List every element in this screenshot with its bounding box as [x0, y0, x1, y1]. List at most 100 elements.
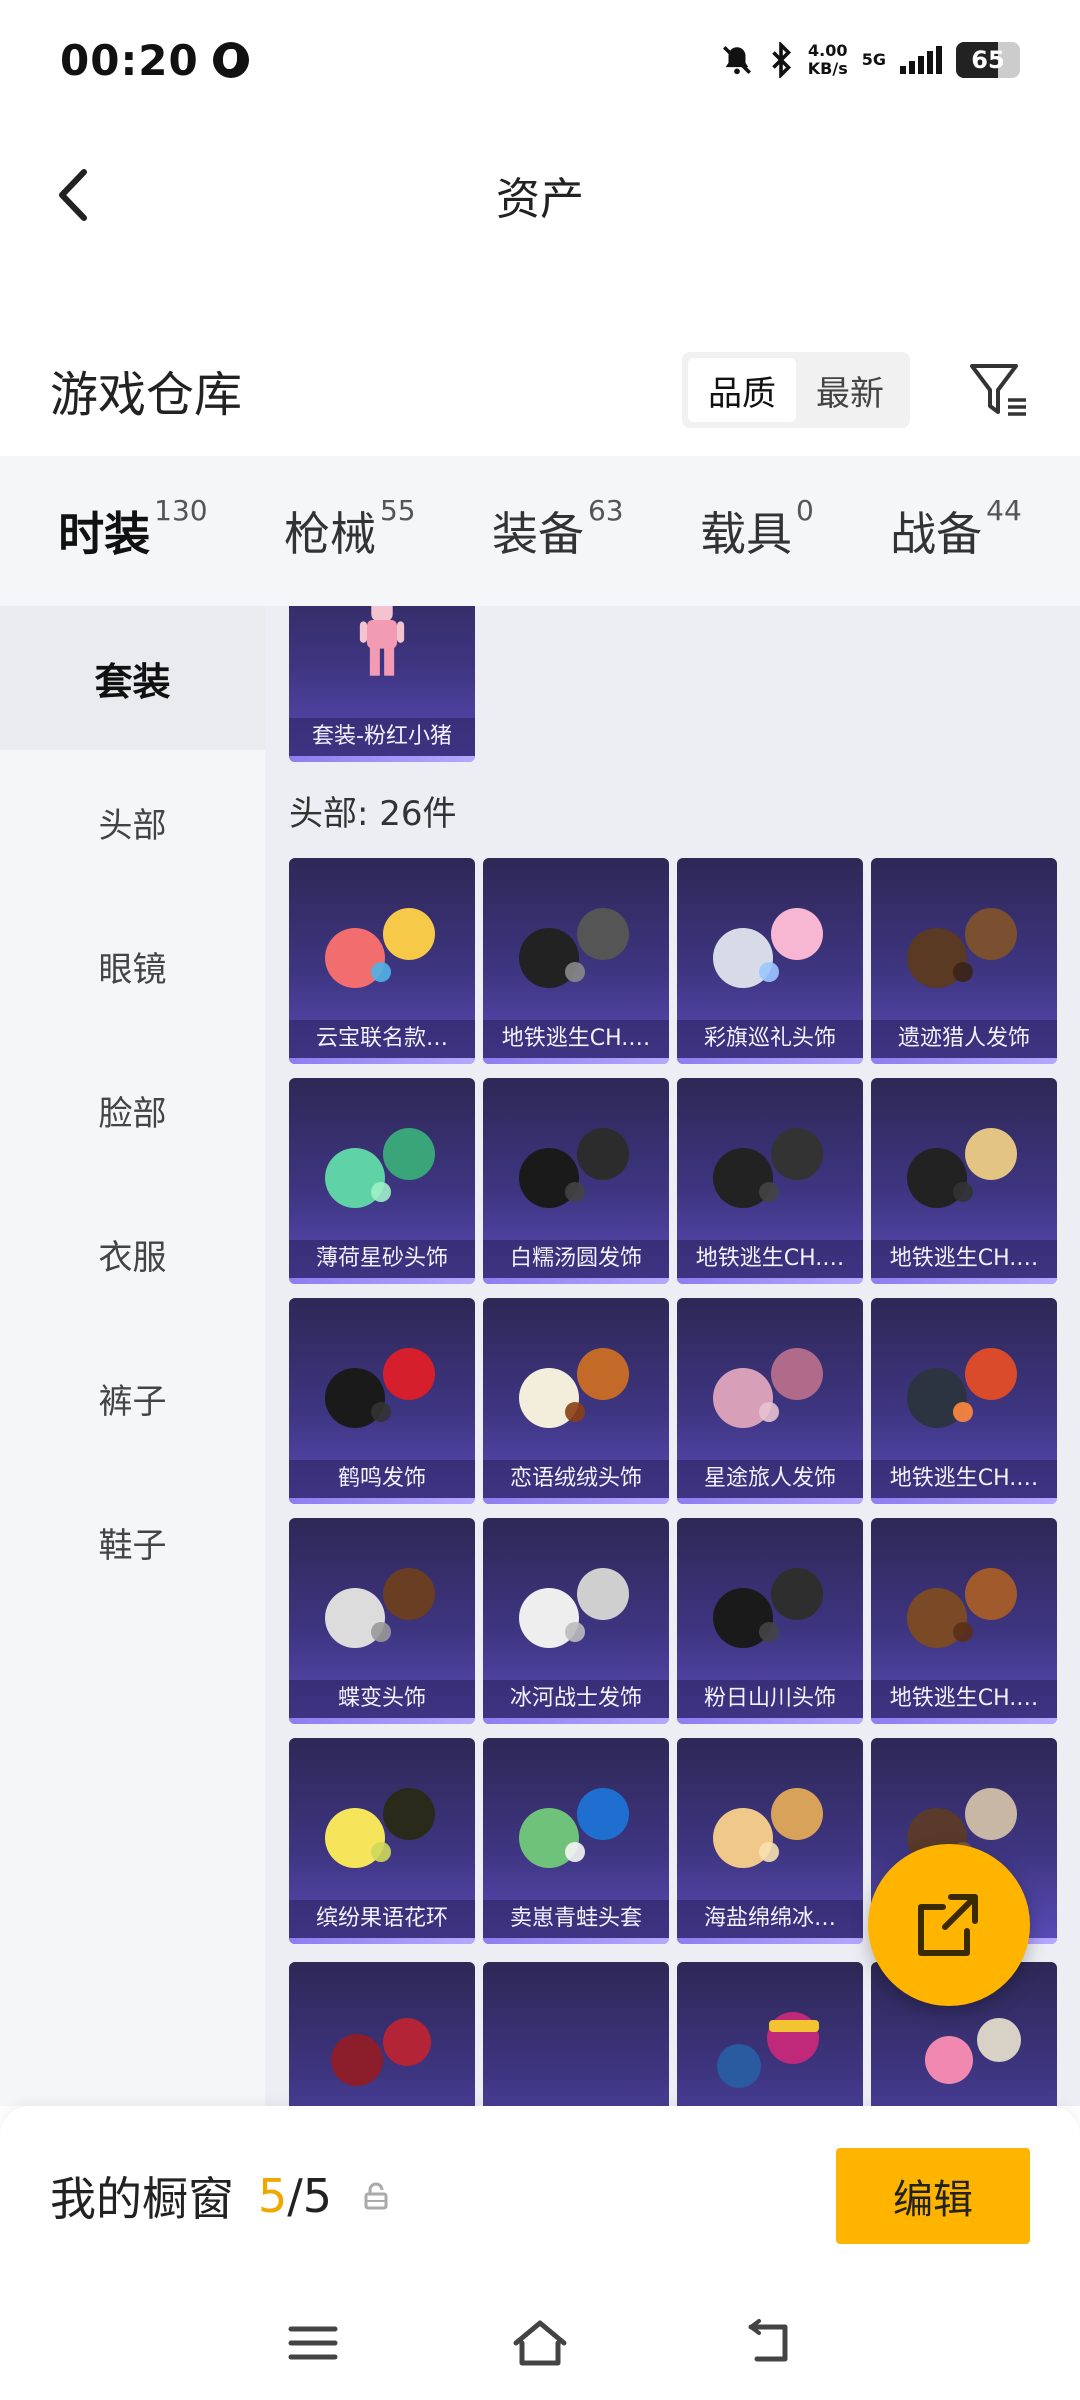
- item-name: 蝶变头饰: [289, 1680, 475, 1718]
- item-card[interactable]: [677, 1962, 863, 2106]
- item-card[interactable]: 粉日山川头饰: [677, 1518, 863, 1724]
- item-card[interactable]: 白糯汤圆发饰: [483, 1078, 669, 1284]
- item-name: 地铁逃生CH.…: [677, 1240, 863, 1278]
- item-image: [519, 1348, 629, 1428]
- mute-bell-icon: [722, 45, 751, 75]
- tab-label: 装备: [491, 507, 584, 561]
- item-name: 遗迹猎人发饰: [871, 1020, 1057, 1058]
- item-card[interactable]: 蝶变头饰: [289, 1518, 475, 1724]
- item-name: 地铁逃生CH.…: [871, 1680, 1057, 1718]
- battery-icon: 65: [956, 42, 1020, 78]
- filter-icon[interactable]: [966, 358, 1030, 422]
- item-card[interactable]: 海盐绵绵冰…: [677, 1738, 863, 1944]
- tab-fashion[interactable]: 时装 130: [58, 494, 208, 618]
- item-name: 恋语绒绒头饰: [483, 1460, 669, 1498]
- sidebar-item-pants[interactable]: 裤子: [0, 1326, 265, 1470]
- signal-icon: [900, 46, 942, 74]
- share-fab[interactable]: [868, 1844, 1030, 2006]
- home-icon[interactable]: [510, 2313, 570, 2373]
- tab-battle-gear[interactable]: 战备 44: [890, 494, 1022, 564]
- back-nav-icon[interactable]: [737, 2313, 797, 2373]
- item-name: 缤纷果语花环: [289, 1900, 475, 1938]
- suit-card[interactable]: 套装-粉红小猪: [289, 606, 475, 762]
- item-card[interactable]: 地铁逃生CH.…: [677, 1078, 863, 1284]
- item-image: [325, 1348, 435, 1428]
- item-card[interactable]: 恋语绒绒头饰: [483, 1298, 669, 1504]
- item-image: [713, 1788, 823, 1868]
- item-image: [907, 1348, 1017, 1428]
- warehouse-title: 游戏仓库: [50, 367, 243, 423]
- page-title: 资产: [496, 174, 584, 225]
- tab-count: 130: [154, 494, 208, 527]
- item-card[interactable]: 地铁逃生CH.…: [483, 858, 669, 1064]
- item-name: 云宝联名款…: [289, 1020, 475, 1058]
- sidebar-item-glasses[interactable]: 眼镜: [0, 894, 265, 1038]
- showcase-label: 我的橱窗: [50, 2172, 234, 2226]
- showcase-current: 5: [258, 2169, 288, 2223]
- item-image: [519, 1568, 629, 1648]
- sort-option-quality[interactable]: 品质: [688, 358, 796, 422]
- item-card[interactable]: 云宝联名款…: [289, 858, 475, 1064]
- page-header: 资产: [0, 130, 1080, 260]
- battery-level: 65: [971, 46, 1005, 74]
- tab-vehicles[interactable]: 载具 0: [699, 494, 814, 564]
- bluetooth-icon: [771, 42, 791, 78]
- sort-toggle: 品质 最新: [682, 352, 910, 428]
- item-card[interactable]: 地铁逃生CH.…: [871, 1518, 1057, 1724]
- pink-pig-suit-image: [359, 606, 405, 676]
- lock-icon: [364, 2182, 388, 2210]
- net-speed-unit: KB/s: [807, 59, 848, 78]
- item-card[interactable]: 缤纷果语花环: [289, 1738, 475, 1944]
- showcase-bar: 我的橱窗 5 / 5 编辑: [0, 2106, 1080, 2286]
- showcase-separator: /: [287, 2169, 303, 2223]
- status-bar: 00:20 4.00 KB/s 5G 65: [0, 0, 1080, 120]
- sidebar-item-clothes[interactable]: 衣服: [0, 1182, 265, 1326]
- tab-label: 载具: [699, 507, 792, 561]
- item-image: [713, 1128, 823, 1208]
- tab-label: 战备: [890, 507, 983, 561]
- tab-equipment[interactable]: 装备 63: [491, 494, 624, 564]
- menu-icon[interactable]: [283, 2313, 343, 2373]
- item-image: [519, 1788, 629, 1868]
- item-image: [713, 1348, 823, 1428]
- sidebar-item-shoes[interactable]: 鞋子: [0, 1470, 265, 1614]
- item-image: [325, 1128, 435, 1208]
- item-image: [519, 1128, 629, 1208]
- item-card[interactable]: [289, 1962, 475, 2106]
- item-card[interactable]: 遗迹猎人发饰: [871, 858, 1057, 1064]
- item-card[interactable]: 卖崽青蛙头套: [483, 1738, 669, 1944]
- edit-button[interactable]: 编辑: [836, 2148, 1030, 2244]
- item-card[interactable]: 薄荷星砂头饰: [289, 1078, 475, 1284]
- item-image: [325, 1568, 435, 1648]
- item-card[interactable]: 星途旅人发饰: [677, 1298, 863, 1504]
- sidebar-item-suit[interactable]: 套装: [0, 606, 265, 750]
- share-icon: [918, 1894, 978, 1956]
- category-tabs: 时装 130 枪械 55 装备 63 载具 0 战备 44: [0, 456, 1080, 618]
- system-nav-bar: [0, 2286, 1080, 2400]
- item-name: 地铁逃生CH.…: [871, 1460, 1057, 1498]
- sidebar-item-head[interactable]: 头部: [0, 750, 265, 894]
- tab-count: 55: [379, 494, 416, 527]
- warehouse-header: 游戏仓库 品质 最新: [0, 330, 1080, 450]
- item-card[interactable]: 地铁逃生CH.…: [871, 1298, 1057, 1504]
- item-card[interactable]: 鹤鸣发饰: [289, 1298, 475, 1504]
- item-card[interactable]: 冰河战士发饰: [483, 1518, 669, 1724]
- item-card[interactable]: [483, 1962, 669, 2106]
- back-arrow-icon[interactable]: [40, 160, 110, 230]
- item-card[interactable]: 彩旗巡礼头饰: [677, 858, 863, 1064]
- item-card[interactable]: 地铁逃生CH.…: [871, 1078, 1057, 1284]
- item-name: 鹤鸣发饰: [289, 1460, 475, 1498]
- item-name: 套装-粉红小猪: [289, 718, 475, 756]
- item-image: [325, 1788, 435, 1868]
- tab-label: 时装: [58, 507, 151, 561]
- sort-option-newest[interactable]: 最新: [796, 358, 904, 422]
- item-image: [713, 908, 823, 988]
- tab-firearms[interactable]: 枪械 55: [283, 494, 416, 564]
- sidebar-item-face[interactable]: 脸部: [0, 1038, 265, 1182]
- showcase-total: 5: [302, 2169, 333, 2223]
- item-name: 粉日山川头饰: [677, 1680, 863, 1718]
- tab-count: 63: [587, 494, 624, 527]
- tab-label: 枪械: [283, 507, 376, 561]
- masked-hair-image: [717, 2012, 819, 2088]
- item-image: [907, 908, 1017, 988]
